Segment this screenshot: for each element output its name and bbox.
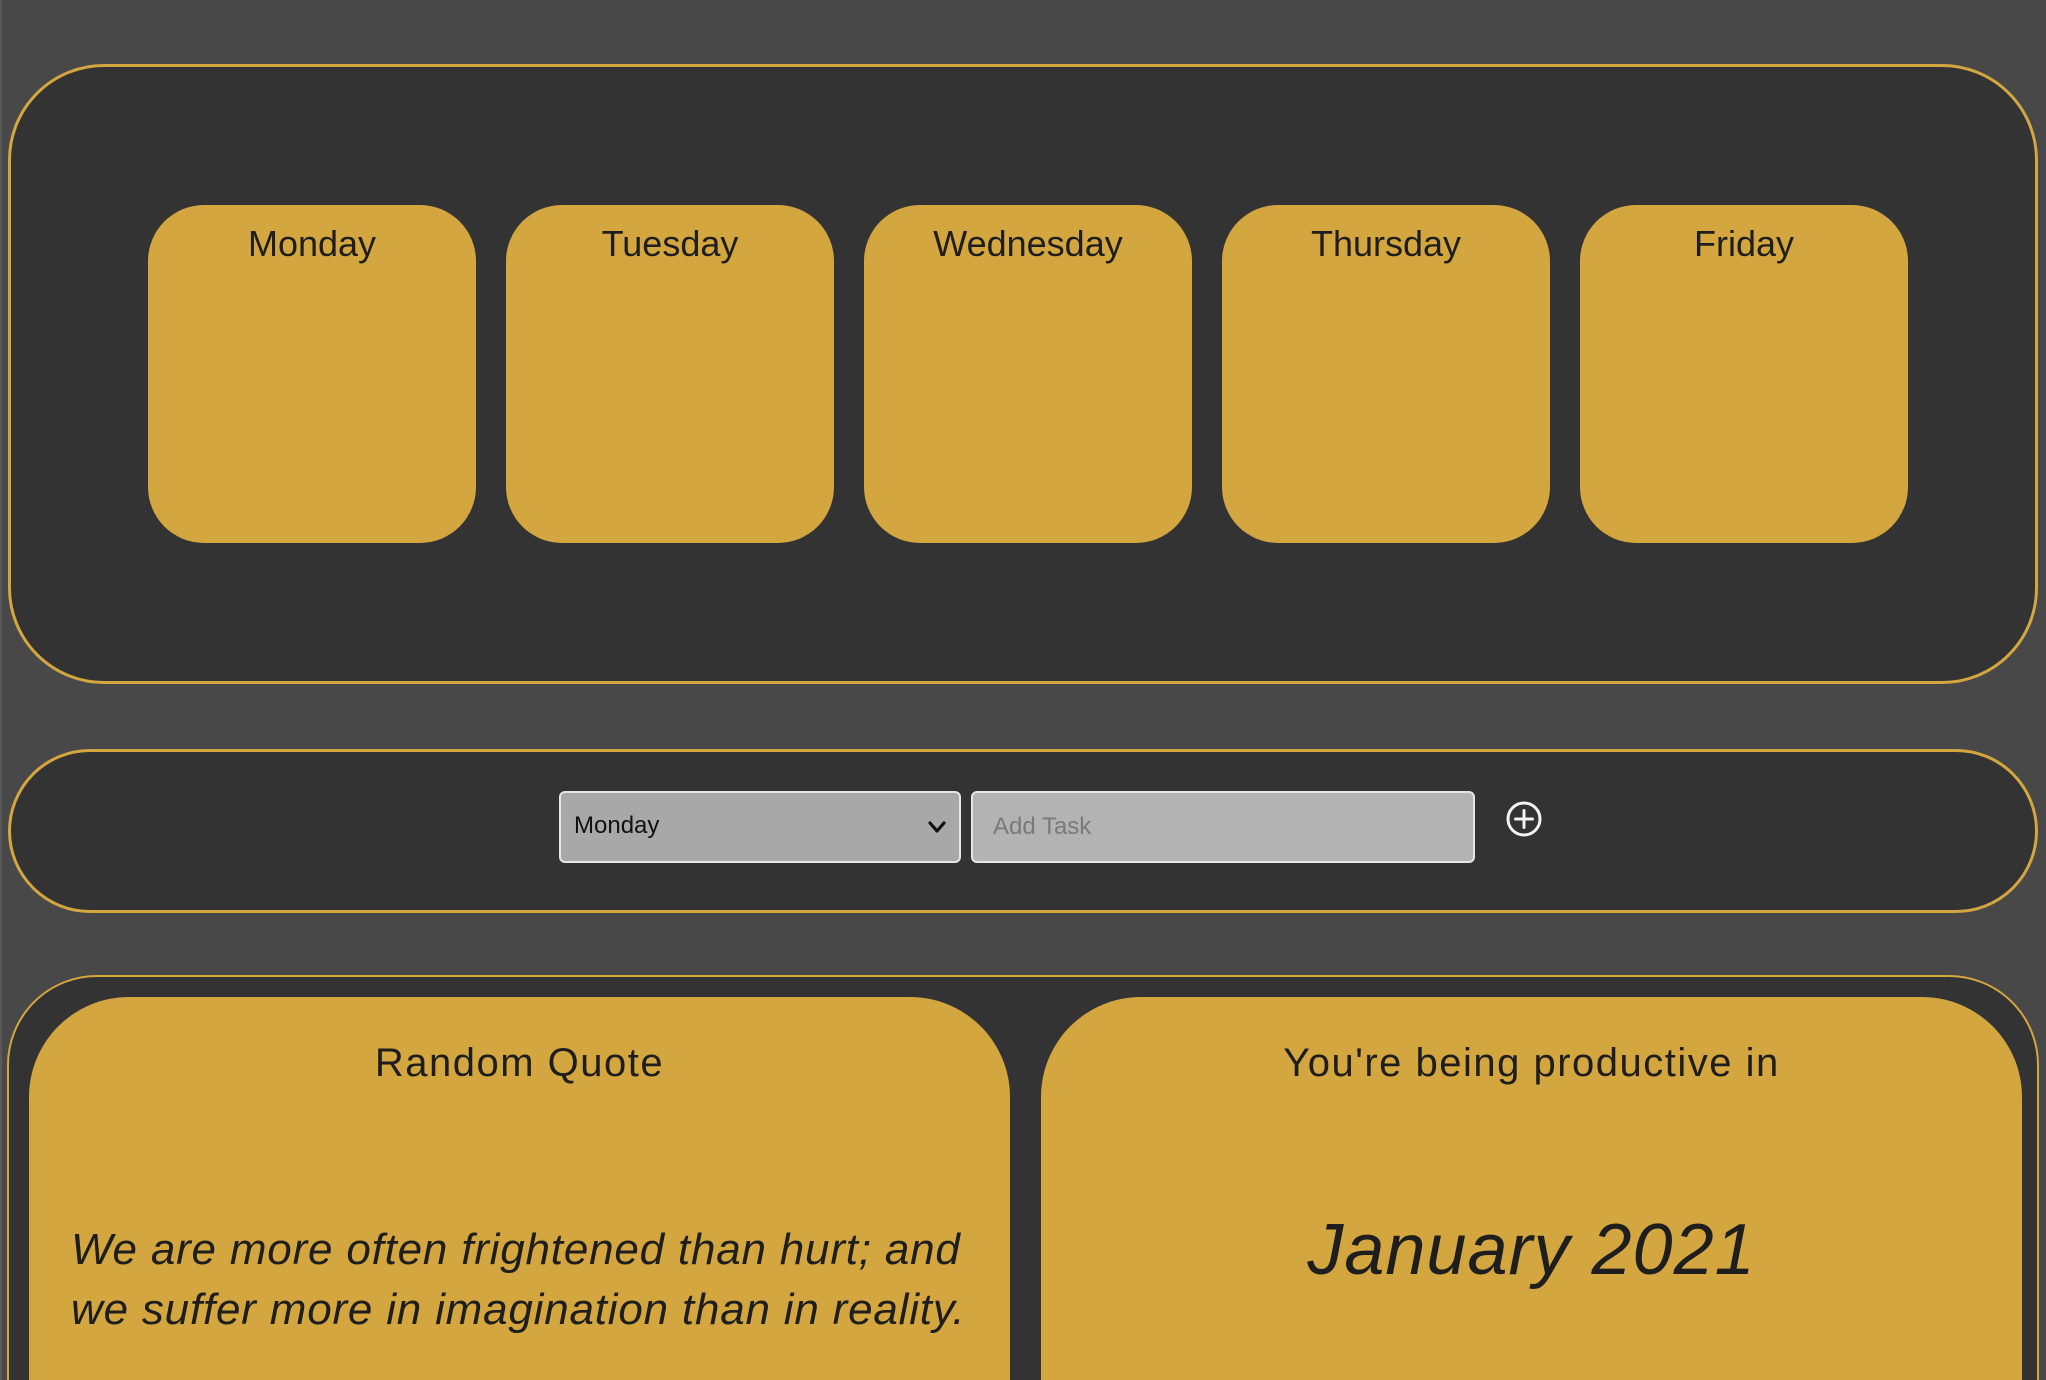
day-card-monday[interactable]: Monday	[148, 205, 476, 543]
day-title: Wednesday	[933, 223, 1123, 264]
day-title: Thursday	[1310, 223, 1462, 264]
quote-card-heading: Random Quote	[374, 1041, 665, 1085]
quote-card: Random Quote We are more often frightene…	[29, 997, 1010, 1380]
day-card-wednesday[interactable]: Wednesday	[864, 205, 1192, 543]
day-title: Tuesday	[601, 223, 739, 264]
page-edge	[0, 0, 2, 1380]
current-month: January 2021	[1307, 1210, 1756, 1290]
week-panel: Monday Tuesday Wednesday Thursday Friday	[8, 64, 2038, 684]
chevron-down-icon	[928, 821, 946, 833]
add-task-input[interactable]	[971, 791, 1475, 863]
quote-text: We are more often frightened than hurt; …	[71, 1225, 966, 1334]
day-card-thursday[interactable]: Thursday	[1222, 205, 1550, 543]
date-card-heading: You're being productive in	[1283, 1041, 1780, 1085]
day-card-friday[interactable]: Friday	[1580, 205, 1908, 543]
date-card: You're being productive in January 2021	[1041, 997, 2022, 1380]
day-title: Monday	[247, 223, 377, 264]
add-task-bar: Monday	[8, 749, 2038, 913]
day-select-value: Monday	[574, 812, 660, 839]
plus-circle-icon	[1506, 801, 1542, 837]
day-title: Friday	[1693, 223, 1795, 264]
info-panel: Random Quote We are more often frightene…	[7, 975, 2039, 1380]
day-select[interactable]: Monday	[559, 791, 961, 863]
add-task-button[interactable]	[1505, 800, 1543, 838]
day-card-tuesday[interactable]: Tuesday	[506, 205, 834, 543]
